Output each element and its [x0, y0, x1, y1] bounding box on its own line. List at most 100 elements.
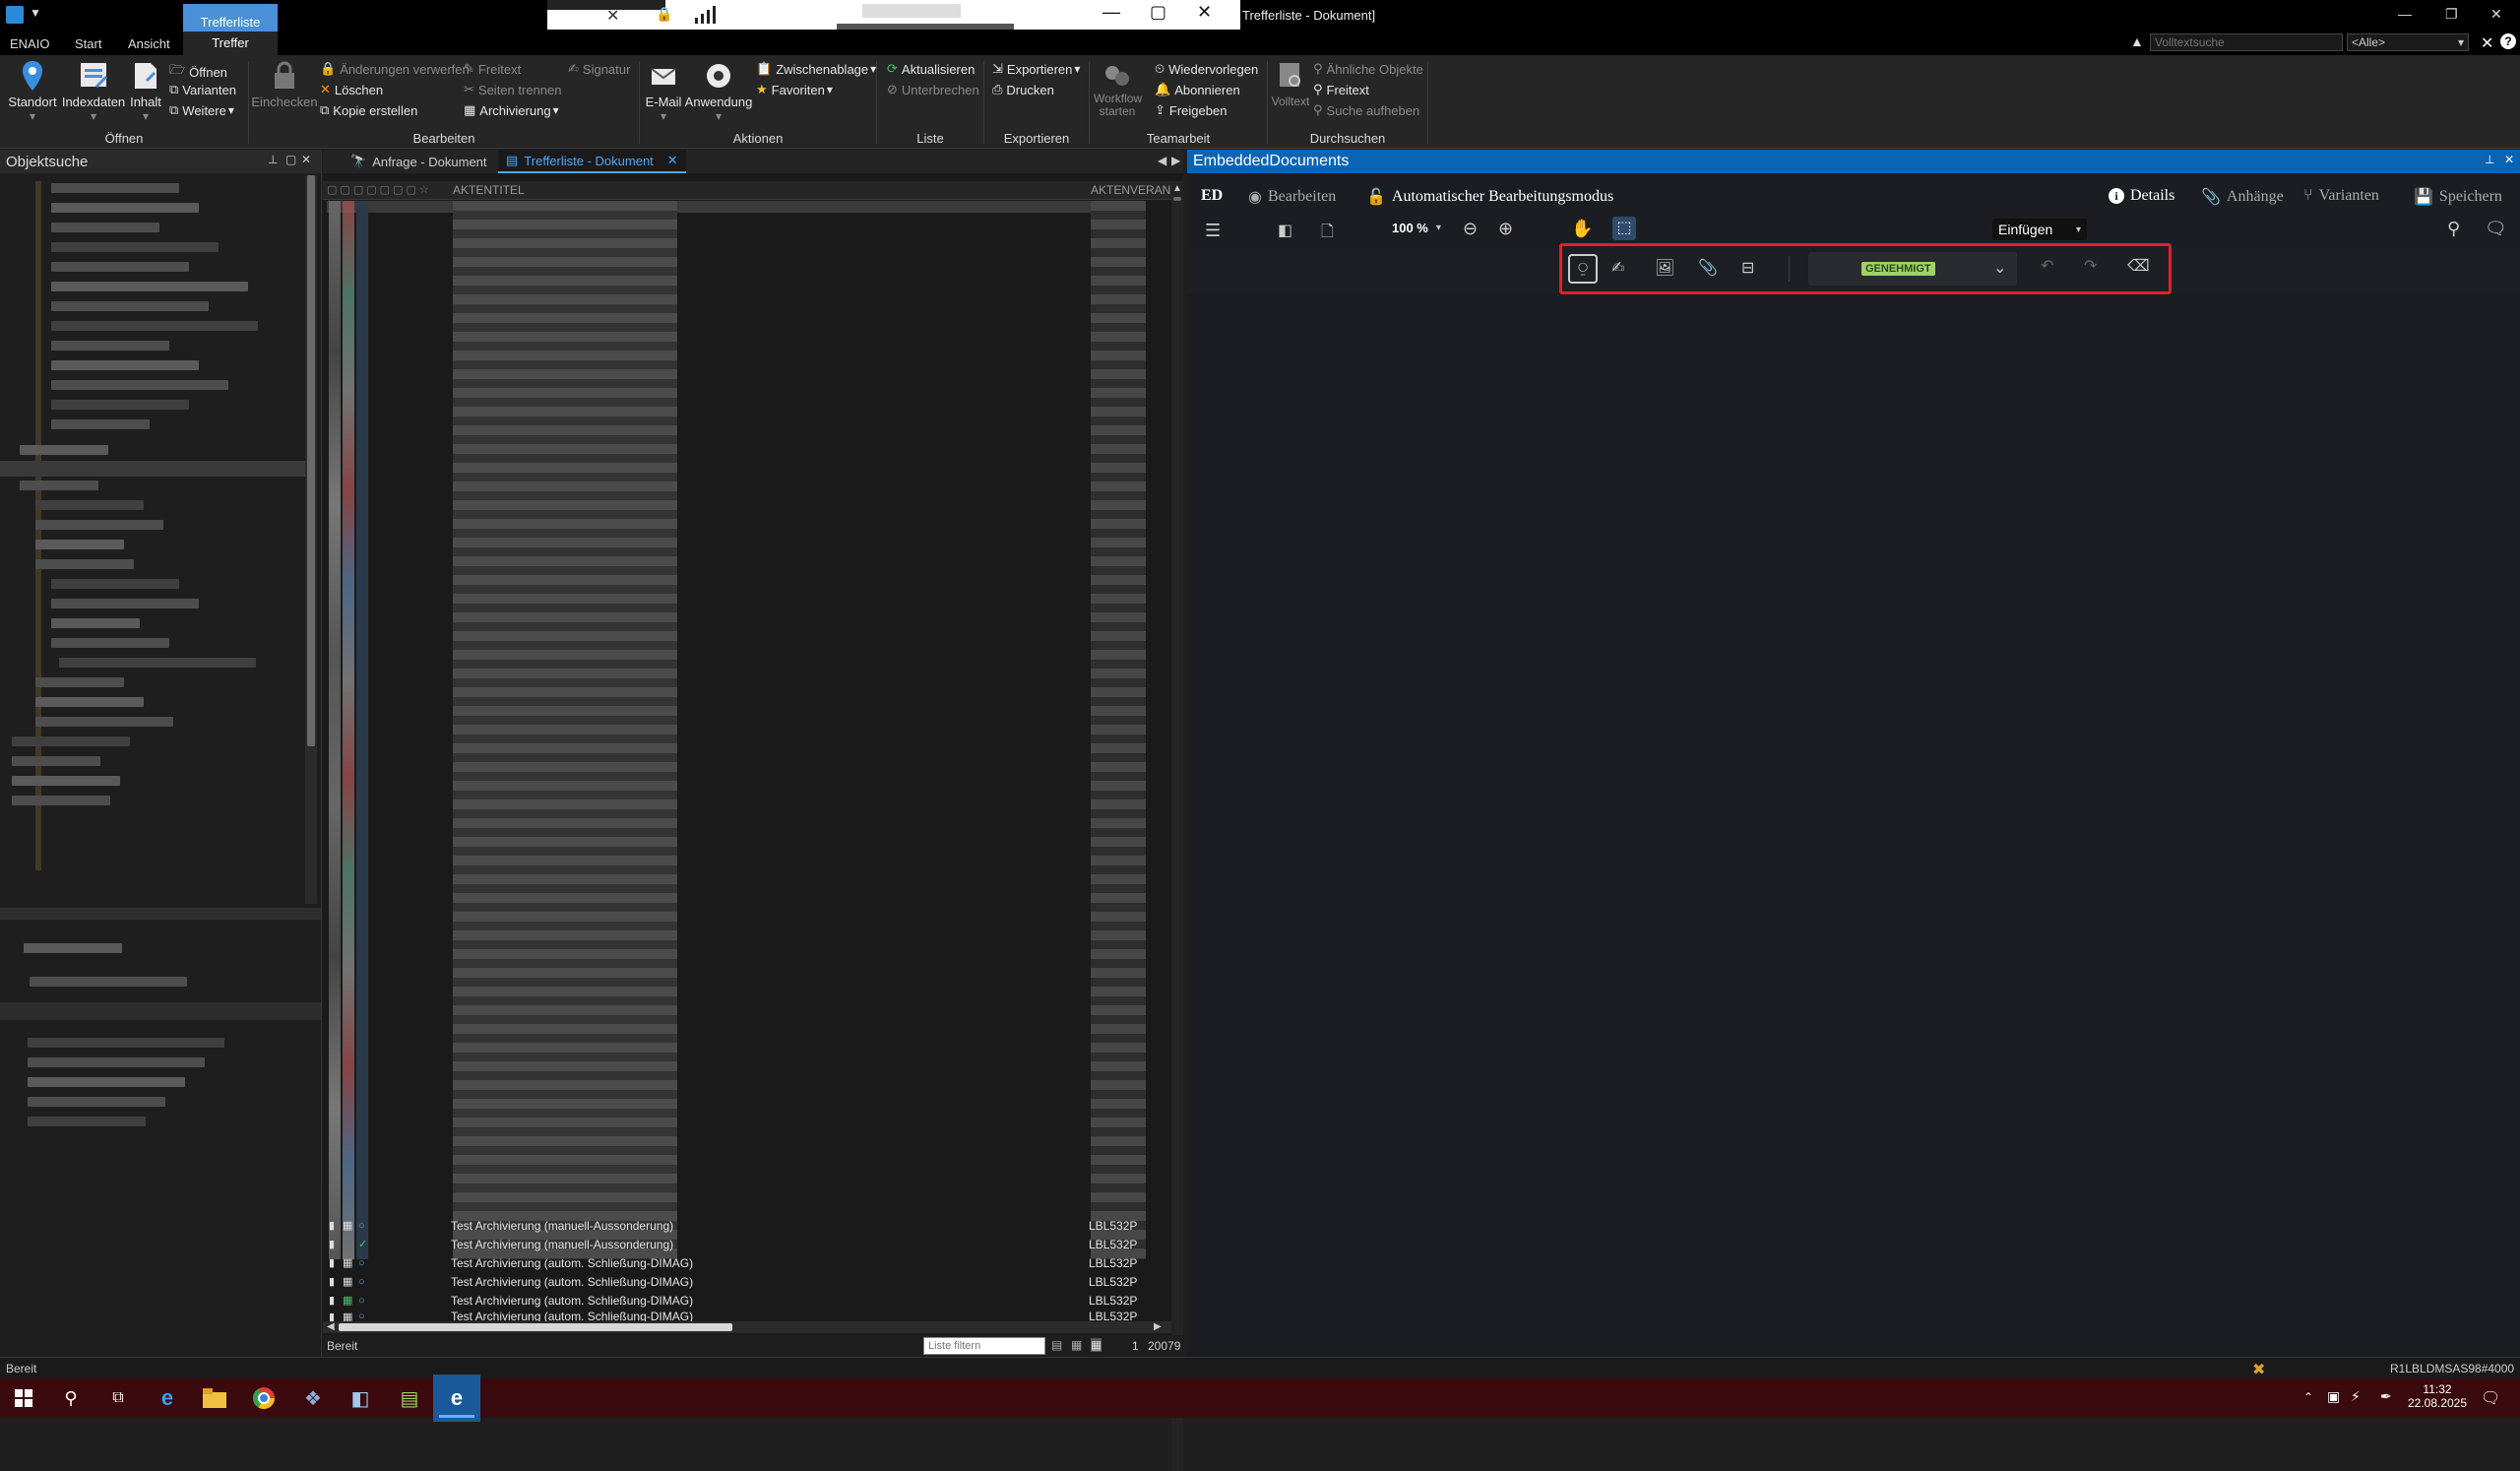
indexdaten-button[interactable]: Indexdaten ▾: [61, 61, 126, 123]
notepad-icon[interactable]: ▤: [386, 1375, 433, 1422]
table-row[interactable]: ▮ ✓ Test Archivierung (manuell-Aussonder…: [323, 1235, 1171, 1253]
float-icon[interactable]: ▢: [285, 153, 296, 166]
search-icon[interactable]: ⚲: [47, 1375, 94, 1422]
quick-access-dropdown-icon[interactable]: ▼: [30, 6, 41, 20]
freigeben-button[interactable]: ⇪ Freigeben: [1155, 102, 1227, 118]
archivierung-button[interactable]: ▦ Archivierung ▾: [464, 102, 559, 118]
app-icon[interactable]: ❖: [289, 1375, 337, 1422]
eraser-icon[interactable]: ⌫: [2127, 256, 2150, 276]
clock[interactable]: 11:32 22.08.2025: [2408, 1382, 2467, 1410]
volltext-button[interactable]: Volltext: [1272, 61, 1309, 108]
image-tool-icon[interactable]: 🖼: [1655, 258, 1674, 278]
table-row[interactable]: ▮ ▦ ○ Test Archivierung (autom. Schließu…: [323, 1291, 1171, 1310]
windows-start-icon[interactable]: [0, 1375, 47, 1422]
loeschen-button[interactable]: ✕ Löschen: [320, 82, 383, 97]
zoom-out-icon[interactable]: ⊖: [1463, 219, 1478, 239]
page-icon[interactable]: 🗋: [1321, 221, 1334, 247]
tab-scroll-right-icon[interactable]: ▶: [1171, 154, 1180, 167]
tree-selected-row[interactable]: [0, 461, 305, 477]
edge-icon[interactable]: e: [144, 1375, 191, 1422]
abonnieren-button[interactable]: 🔔 Abonnieren: [1155, 82, 1240, 97]
tab-treffer[interactable]: Treffer: [183, 32, 278, 55]
table-row[interactable]: ▮ ▦ ○ Test Archivierung (autom. Schließu…: [323, 1253, 1171, 1272]
varianten-button[interactable]: ⧉ Varianten: [169, 82, 236, 97]
inhalt-button[interactable]: Inhalt ▾: [126, 61, 165, 123]
tab-ansicht[interactable]: Ansicht: [128, 36, 170, 51]
list-horizontal-scrollbar[interactable]: ◀ ▶: [323, 1321, 1171, 1333]
chrome-icon[interactable]: [240, 1375, 287, 1422]
stamp-tool-icon[interactable]: ⍜: [1568, 254, 1598, 284]
suche-aufheben-button[interactable]: ⚲ Suche aufheben: [1313, 102, 1419, 118]
freitext-button[interactable]: ✎ Freitext: [464, 61, 521, 77]
stamp-select[interactable]: GENEHMIGT ⌄: [1808, 252, 2017, 286]
close-tab-icon[interactable]: ✕: [667, 153, 678, 168]
col-header-aktentitel[interactable]: AKTENTITEL: [453, 183, 525, 197]
header-icon-columns[interactable]: ▢ ▢ ▢ ▢ ▢ ▢ ▢ ☆: [327, 183, 429, 196]
sidebar-toggle-icon[interactable]: ◧: [1278, 221, 1292, 240]
app-restore-button[interactable]: ❐: [2445, 6, 2458, 23]
table-row[interactable]: ▮ ▦ ○ Test Archivierung (autom. Schließu…: [323, 1272, 1171, 1291]
workflow-starten-button[interactable]: Workflow starten: [1094, 61, 1142, 118]
zoom-in-icon[interactable]: ⊕: [1498, 219, 1513, 239]
view-icon[interactable]: ▦: [1071, 1338, 1082, 1352]
tab-anfrage-dokument[interactable]: 🔭 Anfrage - Dokument: [341, 150, 497, 173]
search-icon[interactable]: ⚲: [2447, 219, 2460, 239]
close-icon[interactable]: ✕: [301, 153, 311, 166]
attachment-tool-icon[interactable]: 📎: [1698, 258, 1718, 278]
weitere-button[interactable]: ⧉ Weitere ▾: [169, 102, 234, 118]
list-vertical-scrollbar[interactable]: ▲: [1171, 181, 1183, 1471]
scope-select[interactable]: <Alle> ▾: [2347, 33, 2469, 51]
pin-icon[interactable]: ⊥: [2485, 153, 2494, 166]
help-icon[interactable]: ?: [2500, 33, 2516, 49]
undo-icon[interactable]: ↶: [2041, 256, 2053, 276]
tab-trefferliste-dokument[interactable]: ▤ Trefferliste - Dokument ✕: [498, 150, 686, 173]
maximize-button[interactable]: ▢: [1150, 2, 1166, 23]
close-button[interactable]: ✕: [1197, 2, 1212, 23]
redo-icon[interactable]: ↷: [2084, 256, 2097, 276]
fulltext-search-input[interactable]: [2150, 33, 2343, 51]
signatur-button[interactable]: ✍ Signatur: [568, 61, 630, 77]
signature-tool-icon[interactable]: ✍: [1611, 258, 1624, 278]
network-icon[interactable]: ⚡: [2351, 1388, 2361, 1405]
tree-scrollbar[interactable]: [305, 175, 317, 904]
varianten-tab[interactable]: ⑂ Varianten: [2303, 187, 2379, 205]
task-view-icon[interactable]: ⧉: [94, 1375, 142, 1422]
close-icon[interactable]: ✕: [606, 6, 619, 26]
lower-tree[interactable]: [0, 924, 321, 1160]
panel-divider[interactable]: [0, 908, 321, 920]
comments-icon[interactable]: 🗨: [2485, 219, 2507, 239]
tab-start[interactable]: Start: [75, 36, 101, 51]
email-button[interactable]: E-Mail ▾: [642, 61, 685, 123]
tab-enaio[interactable]: ENAIO: [10, 36, 49, 51]
view-icon[interactable]: ▤: [1051, 1338, 1062, 1352]
app-close-button[interactable]: ✕: [2490, 6, 2502, 23]
tray-app-icon[interactable]: ▣: [2327, 1388, 2340, 1405]
standort-button[interactable]: Standort ▾: [4, 61, 61, 123]
details-tab[interactable]: i Details: [2109, 187, 2174, 205]
object-tree[interactable]: [0, 175, 305, 904]
close-icon[interactable]: ✕: [2504, 153, 2514, 166]
aenderungen-verwerfen-button[interactable]: 🔒 Änderungen verwerfen: [320, 61, 470, 77]
freitext-search-button[interactable]: ⚲ Freitext: [1313, 82, 1369, 97]
oeffnen-button[interactable]: 🗁 Öffnen: [169, 61, 227, 83]
menu-icon[interactable]: ☰: [1205, 221, 1221, 241]
tray-chevron-icon[interactable]: ⌃: [2303, 1390, 2313, 1404]
form-field-tool-icon[interactable]: ⊟: [1741, 258, 1754, 278]
einchecken-button[interactable]: Einchecken: [251, 61, 318, 109]
bearbeiten-toggle[interactable]: ◉ Bearbeiten: [1248, 187, 1336, 207]
anhaenge-tab[interactable]: 📎 Anhänge: [2201, 187, 2284, 207]
view-icon[interactable]: ▦: [1091, 1338, 1102, 1352]
pin-icon[interactable]: ⊥: [268, 153, 278, 166]
zoom-select[interactable]: 100 % ▾: [1392, 221, 1441, 235]
table-row[interactable]: ▮ ▦ ○ Test Archivierung (manuell-Aussond…: [323, 1216, 1171, 1235]
insert-mode-select[interactable]: Einfügen ▾: [1992, 219, 2087, 240]
file-explorer-icon[interactable]: [191, 1375, 238, 1422]
document-canvas[interactable]: [1187, 297, 2520, 1357]
notification-icon[interactable]: 🗨: [2481, 1388, 2500, 1408]
speichern-button[interactable]: 💾 Speichern: [2414, 187, 2502, 207]
aktualisieren-button[interactable]: ⟳ Aktualisieren: [887, 61, 975, 77]
aehnliche-objekte-button[interactable]: ⚲ Ähnliche Objekte: [1313, 61, 1423, 77]
app-minimize-button[interactable]: —: [2398, 6, 2412, 22]
seiten-trennen-button[interactable]: ✂ Seiten trennen: [464, 82, 561, 97]
result-rows-blurred[interactable]: [323, 201, 1171, 1264]
